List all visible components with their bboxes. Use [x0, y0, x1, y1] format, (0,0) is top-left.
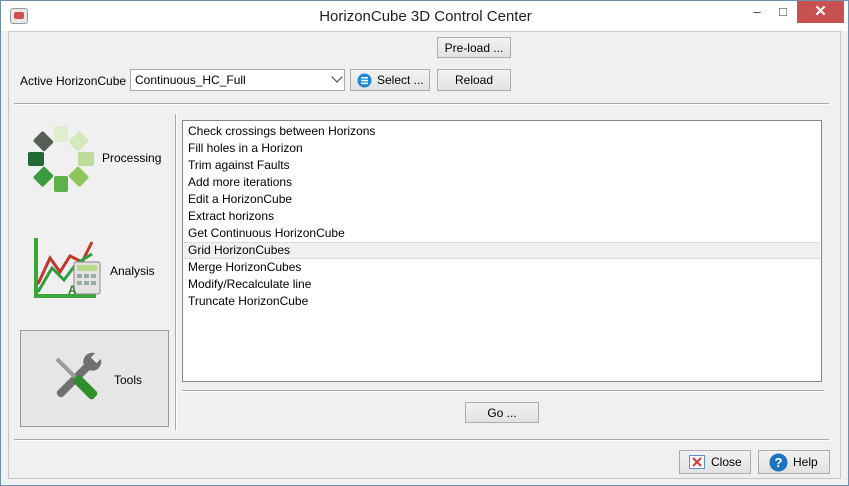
list-item[interactable]: Modify/Recalculate line: [184, 276, 820, 293]
svg-text:A: A: [68, 283, 77, 297]
help-button[interactable]: ? Help: [758, 450, 830, 474]
preload-button[interactable]: Pre-load ...: [437, 37, 511, 58]
active-horizoncube-value: Continuous_HC_Full: [135, 73, 246, 87]
title-bar: HorizonCube 3D Control Center – □ ✕: [1, 1, 848, 31]
sidebar-item-analysis[interactable]: A Analysis: [20, 226, 169, 310]
active-horizoncube-label: Active HorizonCube: [20, 74, 127, 88]
sidebar-label-analysis: Analysis: [110, 264, 155, 278]
list-item[interactable]: Extract horizons: [184, 208, 820, 225]
divider-vertical: [175, 114, 177, 430]
close-icon: [689, 455, 705, 469]
list-item[interactable]: Edit a HorizonCube: [184, 191, 820, 208]
control-center-panel: Pre-load ... Active HorizonCube Continuo…: [8, 31, 841, 479]
list-item[interactable]: Add more iterations: [184, 174, 820, 191]
sidebar-item-processing[interactable]: Processing: [20, 117, 169, 201]
analysis-icon: A: [34, 238, 101, 298]
list-item[interactable]: Check crossings between Horizons: [184, 123, 820, 140]
window-title: HorizonCube 3D Control Center: [319, 8, 532, 25]
sidebar-label-processing: Processing: [102, 151, 162, 165]
divider-list-bottom: [182, 390, 824, 392]
list-item[interactable]: Merge HorizonCubes: [184, 259, 820, 276]
select-button[interactable]: Select ...: [350, 69, 430, 91]
list-item[interactable]: Truncate HorizonCube: [184, 293, 820, 310]
main-window: HorizonCube 3D Control Center – □ ✕ Pre-…: [0, 0, 849, 486]
help-button-label: Help: [793, 455, 818, 469]
chevron-down-icon[interactable]: [331, 71, 343, 83]
svg-text:?: ?: [775, 455, 783, 470]
list-select-icon: [357, 73, 372, 88]
maximize-button[interactable]: □: [770, 1, 796, 23]
tools-icon: [55, 351, 103, 400]
go-button[interactable]: Go ...: [465, 402, 539, 423]
divider-top: [14, 103, 829, 105]
list-item[interactable]: Trim against Faults: [184, 157, 820, 174]
list-item[interactable]: Fill holes in a Horizon: [184, 140, 820, 157]
help-icon: ?: [769, 453, 788, 472]
close-button[interactable]: Close: [679, 450, 751, 474]
sidebar-label-tools: Tools: [114, 373, 143, 387]
list-item[interactable]: Grid HorizonCubes: [184, 242, 820, 259]
divider-footer: [14, 439, 829, 441]
active-horizoncube-select[interactable]: Continuous_HC_Full: [130, 69, 345, 91]
close-button-label: Close: [711, 455, 742, 469]
select-button-label: Select ...: [377, 73, 424, 87]
list-item[interactable]: Get Continuous HorizonCube: [184, 225, 820, 242]
tools-list[interactable]: Check crossings between Horizons Fill hol…: [182, 120, 822, 382]
minimize-button[interactable]: –: [744, 1, 770, 23]
reload-button[interactable]: Reload: [437, 69, 511, 91]
window-close-button[interactable]: ✕: [797, 1, 844, 23]
processing-icon: [28, 126, 94, 192]
sidebar-item-tools[interactable]: Tools: [20, 330, 169, 427]
